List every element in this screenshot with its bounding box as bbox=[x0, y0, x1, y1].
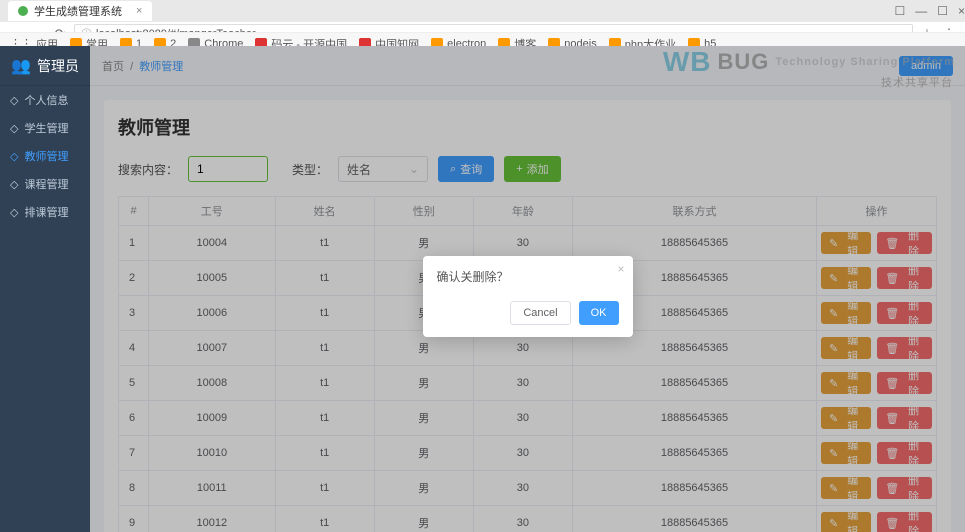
list-icon: ◇ bbox=[10, 206, 18, 219]
app-root: 👥 管理员 ◇ 个人信息 ◇ 学生管理 ◇ 教师管理 ◇ 课程管理 ◇ 排课管理 WB BUG T… bbox=[0, 46, 965, 532]
maximize-icon[interactable]: ☐ bbox=[937, 4, 948, 18]
sidebar-item-0[interactable]: ◇ 个人信息 bbox=[0, 86, 90, 114]
dialog-message: 确认关删除？ bbox=[437, 268, 619, 285]
tab-bar: 学生成绩管理系统 × ☐ — ☐ × bbox=[0, 0, 965, 22]
tab-close-icon[interactable]: × bbox=[136, 5, 142, 17]
list-icon: ◇ bbox=[10, 178, 18, 191]
newtab-icon[interactable]: ☐ bbox=[894, 4, 905, 18]
dialog-close-icon[interactable]: × bbox=[617, 262, 624, 276]
sidebar-item-4[interactable]: ◇ 排课管理 bbox=[0, 198, 90, 226]
cancel-button[interactable]: Cancel bbox=[510, 301, 570, 325]
sidebar-item-label: 个人信息 bbox=[24, 92, 68, 108]
user-icon: ◇ bbox=[10, 122, 18, 135]
sidebar-item-2[interactable]: ◇ 教师管理 bbox=[0, 142, 90, 170]
main-area: WB BUG Technology Sharing Platform 技术共享平… bbox=[90, 46, 965, 532]
window-controls: ☐ — ☐ × bbox=[894, 4, 965, 18]
user-icon: ◇ bbox=[10, 94, 18, 107]
close-window-icon[interactable]: × bbox=[958, 4, 965, 18]
sidebar: 👥 管理员 ◇ 个人信息 ◇ 学生管理 ◇ 教师管理 ◇ 课程管理 ◇ 排课管理 bbox=[0, 46, 90, 532]
sidebar-item-label: 排课管理 bbox=[24, 204, 68, 220]
sidebar-title: 管理员 bbox=[37, 56, 79, 76]
users-icon: 👥 bbox=[11, 56, 31, 76]
browser-tab[interactable]: 学生成绩管理系统 × bbox=[8, 1, 152, 21]
sidebar-item-label: 学生管理 bbox=[24, 120, 68, 136]
modal-overlay[interactable]: × 确认关删除？ Cancel OK bbox=[90, 46, 965, 532]
favicon bbox=[18, 6, 28, 16]
sidebar-item-1[interactable]: ◇ 学生管理 bbox=[0, 114, 90, 142]
sidebar-item-3[interactable]: ◇ 课程管理 bbox=[0, 170, 90, 198]
sidebar-header: 👥 管理员 bbox=[0, 46, 90, 86]
user-icon: ◇ bbox=[10, 150, 18, 163]
tab-title: 学生成绩管理系统 bbox=[34, 3, 122, 19]
sidebar-item-label: 课程管理 bbox=[24, 176, 68, 192]
sidebar-item-label: 教师管理 bbox=[24, 148, 68, 164]
minimize-icon[interactable]: — bbox=[915, 4, 927, 18]
confirm-dialog: × 确认关删除？ Cancel OK bbox=[423, 256, 633, 337]
ok-button[interactable]: OK bbox=[579, 301, 619, 325]
